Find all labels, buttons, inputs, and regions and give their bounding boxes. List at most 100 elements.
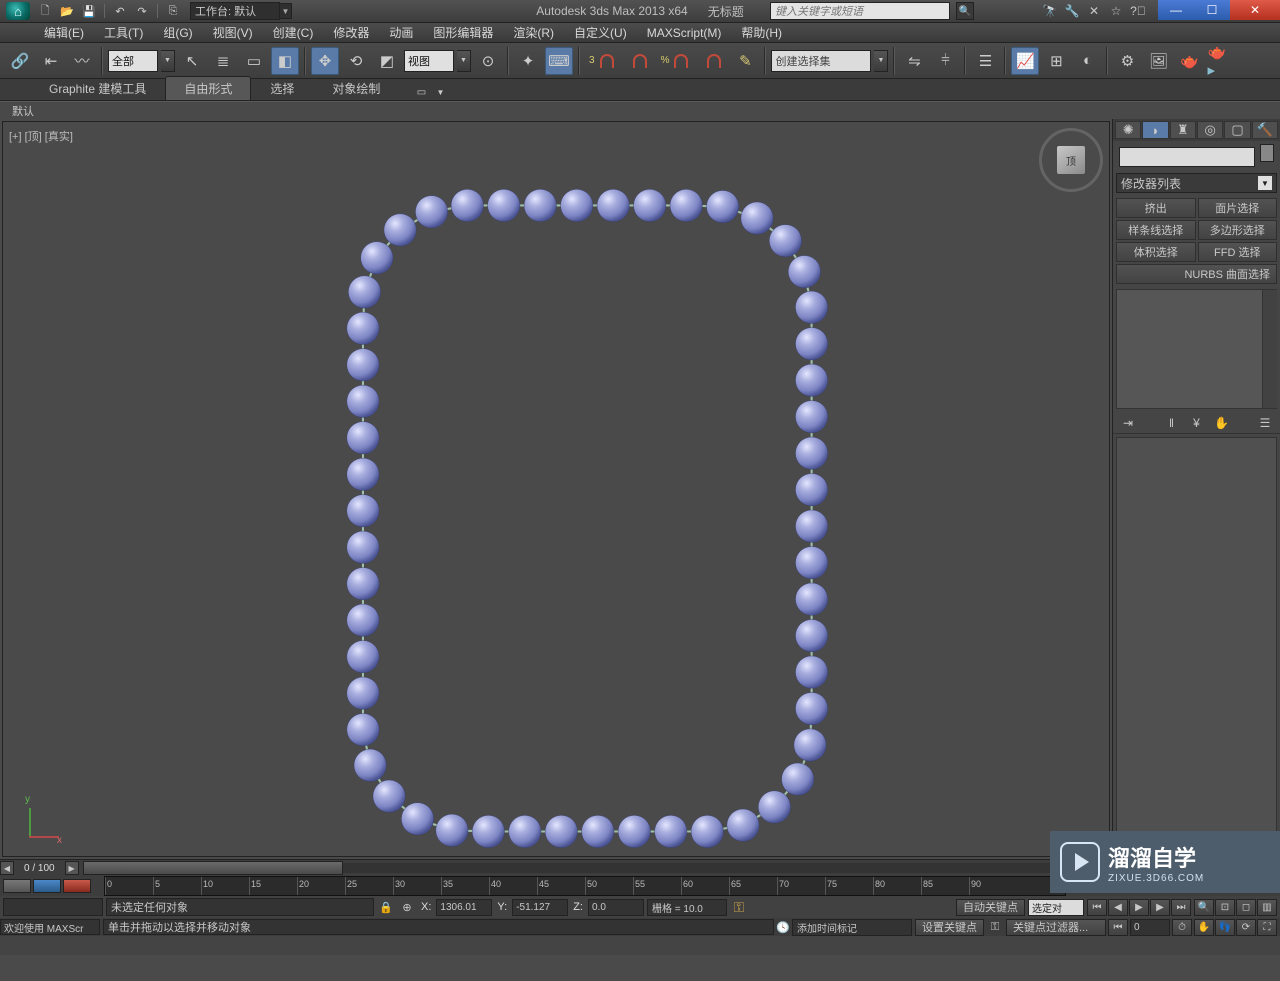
rollout-area[interactable]: [1116, 437, 1277, 856]
select-rect-icon[interactable]: ▭: [240, 47, 268, 75]
unlink-icon[interactable]: ⇤: [37, 47, 65, 75]
tab-modify-icon[interactable]: ◗: [1142, 121, 1168, 139]
menu-views[interactable]: 视图(V): [203, 23, 263, 43]
menu-animation[interactable]: 动画: [379, 23, 423, 43]
walk-icon[interactable]: 👣: [1215, 919, 1235, 936]
viewport-top[interactable]: [+] [顶] [真实] 顶 y x: [2, 121, 1110, 857]
modifier-nurbs-select-button[interactable]: NURBS 曲面选择: [1116, 264, 1277, 284]
key-target-selector[interactable]: 选定对: [1028, 899, 1084, 916]
maximize-button[interactable]: ☐: [1194, 0, 1230, 20]
ribbon-expand-icon[interactable]: ▭: [411, 84, 431, 100]
keyboard-shortcut-icon[interactable]: ⌨: [545, 47, 573, 75]
save-icon[interactable]: 💾: [80, 3, 98, 19]
mirror-icon[interactable]: ⇋: [900, 47, 928, 75]
status-script-listener[interactable]: [3, 898, 103, 916]
bind-spacew-icon[interactable]: 〰: [68, 47, 96, 75]
rendered-frame-icon[interactable]: 🖼: [1144, 47, 1172, 75]
curve-editor-icon[interactable]: 📈: [1011, 47, 1039, 75]
tab-freeform[interactable]: 自由形式: [165, 76, 251, 100]
menu-modifiers[interactable]: 修改器: [323, 23, 379, 43]
menu-create[interactable]: 创建(C): [263, 23, 324, 43]
modifier-spline-select-button[interactable]: 样条线选择: [1116, 220, 1196, 240]
select-window-icon[interactable]: ◧: [271, 47, 299, 75]
pin-stack-icon[interactable]: ⇥: [1117, 414, 1139, 432]
viewcube-face[interactable]: 顶: [1057, 146, 1085, 174]
ribbon-panel-default[interactable]: 默认: [12, 103, 34, 119]
snap-toggle-icon[interactable]: 3: [585, 47, 623, 75]
modifier-poly-select-button[interactable]: 多边形选择: [1198, 220, 1278, 240]
ref-coord-system[interactable]: 视图: [404, 50, 454, 72]
render-setup-icon[interactable]: ⚙: [1113, 47, 1141, 75]
menu-graph-editors[interactable]: 图形编辑器: [423, 23, 503, 43]
z-coord-field[interactable]: 0.0: [588, 899, 644, 916]
key-set-icon[interactable]: ⚿: [986, 918, 1004, 936]
help-icon[interactable]: ?⃝: [1128, 2, 1148, 20]
tab-select[interactable]: 选择: [251, 76, 313, 100]
menu-group[interactable]: 组(G): [153, 23, 202, 43]
remove-modifier-icon[interactable]: ✋: [1211, 414, 1233, 432]
modifier-volume-select-button[interactable]: 体积选择: [1116, 242, 1196, 262]
x-coord-field[interactable]: 1306.01: [436, 899, 492, 916]
new-icon[interactable]: 🗋: [36, 3, 54, 19]
redo-icon[interactable]: ↷: [133, 3, 151, 19]
manipulate-icon[interactable]: ✦: [514, 47, 542, 75]
link-icon[interactable]: ⎘: [164, 3, 182, 19]
render-preset-icon[interactable]: 🫖▸: [1206, 47, 1234, 75]
next-key-icon[interactable]: ▶: [1150, 899, 1170, 916]
angle-snap-icon[interactable]: [626, 47, 654, 75]
percent-snap-icon[interactable]: %: [657, 47, 698, 75]
modifier-face-select-button[interactable]: 面片选择: [1198, 198, 1278, 218]
selection-filter[interactable]: 全部: [108, 50, 158, 72]
dropdown-icon[interactable]: ▼: [161, 50, 175, 72]
tab-graphite[interactable]: Graphite 建模工具: [30, 76, 165, 100]
current-frame-field[interactable]: 0: [1130, 919, 1170, 936]
menu-help[interactable]: 帮助(H): [731, 23, 792, 43]
orbit-icon[interactable]: ⟳: [1236, 919, 1256, 936]
tab-create-icon[interactable]: ✺: [1115, 121, 1141, 139]
key-icon[interactable]: 🔧: [1062, 2, 1082, 20]
named-selection-sets[interactable]: 创建选择集: [771, 50, 871, 72]
layer-manager-icon[interactable]: ☰: [971, 47, 999, 75]
viewcube[interactable]: 顶: [1039, 128, 1103, 192]
schematic-view-icon[interactable]: ⊞: [1042, 47, 1070, 75]
viewport-label[interactable]: [+] [顶] [真实]: [9, 128, 73, 144]
modifier-extrude-button[interactable]: 挤出: [1116, 198, 1196, 218]
tab-motion-icon[interactable]: ◎: [1197, 121, 1223, 139]
zoom-all-icon[interactable]: ⊡: [1215, 899, 1235, 916]
spinner-snap-icon[interactable]: [700, 47, 728, 75]
menu-edit[interactable]: 编辑(E): [34, 23, 94, 43]
menu-tools[interactable]: 工具(T): [94, 23, 153, 43]
set-key-button[interactable]: 设置关键点: [915, 919, 984, 936]
undo-icon[interactable]: ↶: [111, 3, 129, 19]
pivot-icon[interactable]: ⊙: [474, 47, 502, 75]
time-config-icon[interactable]: ⏱: [1172, 919, 1192, 936]
y-coord-field[interactable]: -51.127: [512, 899, 568, 916]
app-icon[interactable]: ⌂: [6, 2, 30, 20]
move-icon[interactable]: ✥: [311, 47, 339, 75]
menu-render[interactable]: 渲染(R): [503, 23, 564, 43]
key-prev-icon[interactable]: ⏮: [1108, 919, 1128, 936]
edit-named-sel-icon[interactable]: ✎: [731, 47, 759, 75]
workspace-dropdown-icon[interactable]: ▼: [280, 3, 292, 19]
open-icon[interactable]: 📂: [58, 3, 76, 19]
tab-utilities-icon[interactable]: 🔨: [1252, 121, 1278, 139]
prev-key-icon[interactable]: ◀: [1108, 899, 1128, 916]
workspace-selector[interactable]: 工作台: 默认: [190, 2, 280, 20]
make-unique-icon[interactable]: ¥: [1186, 414, 1208, 432]
fov-icon[interactable]: ▥: [1257, 899, 1277, 916]
add-time-tag[interactable]: 添加时间标记: [792, 919, 912, 936]
goto-start-icon[interactable]: ⏮: [1087, 899, 1107, 916]
dropdown-icon[interactable]: ▼: [874, 50, 888, 72]
key-icon[interactable]: ⚿: [730, 898, 748, 916]
scale-icon[interactable]: ◩: [373, 47, 401, 75]
tab-object-paint[interactable]: 对象绘制: [313, 76, 399, 100]
rotate-icon[interactable]: ⟲: [342, 47, 370, 75]
minimize-button[interactable]: —: [1158, 0, 1194, 20]
track-bar-ruler[interactable]: 051015202530354045505560657075808590: [104, 876, 1066, 896]
select-name-icon[interactable]: ≣: [209, 47, 237, 75]
render-icon[interactable]: 🫖: [1175, 47, 1203, 75]
viewport-canvas[interactable]: [3, 122, 1109, 894]
binoculars-icon[interactable]: 🔭: [1040, 2, 1060, 20]
zoom-ext-icon[interactable]: ◻: [1236, 899, 1256, 916]
exchange-icon[interactable]: ✕: [1084, 2, 1104, 20]
